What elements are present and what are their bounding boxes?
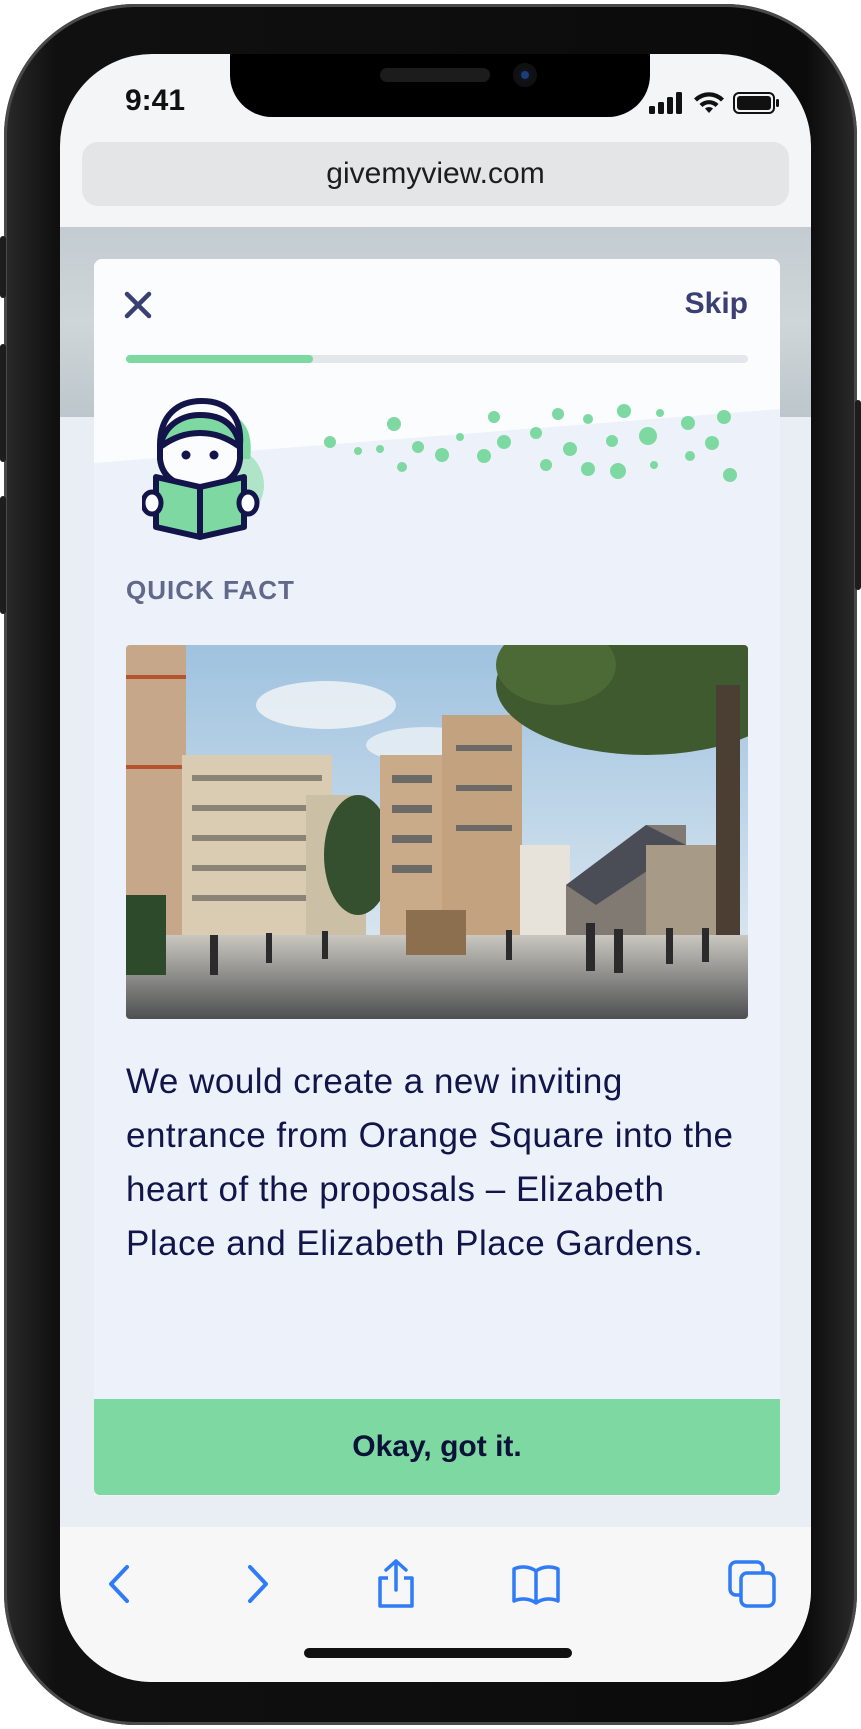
share-button[interactable] <box>366 1554 426 1614</box>
tabs-button[interactable] <box>722 1554 782 1614</box>
battery-icon <box>733 92 779 114</box>
tabs-icon <box>728 1560 776 1608</box>
bookmarks-button[interactable] <box>506 1554 566 1614</box>
front-camera <box>513 63 537 87</box>
url-text: givemyview.com <box>326 157 545 190</box>
status-icons <box>649 91 781 115</box>
quick-fact-modal: Skip QUICK FACT We would create a new in… <box>94 259 780 1496</box>
notch <box>230 54 650 117</box>
back-button[interactable] <box>90 1554 150 1614</box>
power-button <box>855 400 861 590</box>
close-icon[interactable] <box>120 287 156 323</box>
share-icon <box>378 1559 414 1608</box>
status-time: 9:41 <box>125 84 186 117</box>
back-icon <box>109 1565 129 1603</box>
forward-button[interactable] <box>227 1554 287 1614</box>
safari-toolbar <box>60 1527 811 1682</box>
address-bar[interactable]: givemyview.com <box>82 142 789 206</box>
phone-frame: 9:41 givemyview.com Skip QUICK FACT We w… <box>0 4 861 1725</box>
progress-bar <box>126 355 748 363</box>
reader-mascot-icon <box>142 397 264 540</box>
decorative-dots <box>324 404 737 482</box>
volume-up-button <box>0 344 6 462</box>
skip-button[interactable]: Skip <box>685 287 748 321</box>
forward-icon <box>248 1565 268 1603</box>
okay-got-it-button[interactable]: Okay, got it. <box>94 1399 780 1495</box>
home-indicator <box>304 1648 572 1658</box>
fact-body-text: We would create a new inviting entrance … <box>126 1062 734 1263</box>
action-button <box>0 236 6 298</box>
cellular-signal-icon <box>649 92 682 114</box>
bookmarks-icon <box>512 1565 560 1605</box>
speaker <box>380 68 490 82</box>
wifi-icon <box>694 92 724 113</box>
development-rendering-image <box>126 645 748 1019</box>
screen: 9:41 givemyview.com Skip QUICK FACT We w… <box>60 54 811 1682</box>
progress-fill <box>126 355 313 363</box>
eyebrow-label: QUICK FACT <box>126 575 295 605</box>
volume-down-button <box>0 496 6 614</box>
